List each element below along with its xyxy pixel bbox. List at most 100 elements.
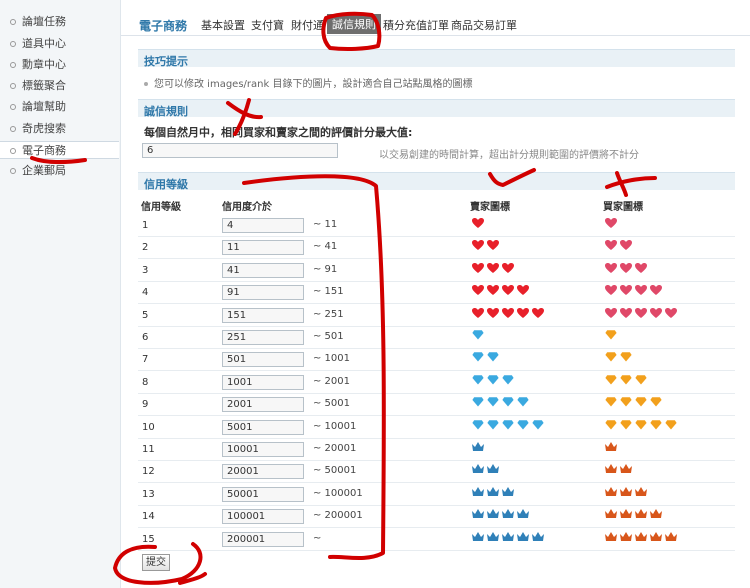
- credit-min-input[interactable]: 10001: [222, 442, 304, 457]
- credit-upper-bound: ~ 91: [313, 263, 338, 275]
- max-score-label: 每個自然月中，相同買家和賣家之間的評價計分最大值:: [144, 126, 413, 139]
- sidebar-item-tag-aggregation[interactable]: 標籤聚合: [0, 77, 119, 95]
- credit-level-number: 6: [142, 332, 149, 343]
- credit-min-input[interactable]: 91: [222, 285, 304, 301]
- buyer-crown-icon: [605, 531, 617, 541]
- seller-diamond-icon: [501, 374, 515, 386]
- bullet-icon: [10, 148, 16, 154]
- credit-min-input[interactable]: 4: [222, 218, 304, 233]
- credit-min-input[interactable]: 2001: [222, 397, 304, 413]
- credit-min-input[interactable]: 251: [222, 330, 304, 345]
- credit-min-input[interactable]: 1001: [222, 374, 304, 390]
- buyer-diamond-icon: [619, 396, 633, 408]
- credit-min-input[interactable]: 50001: [222, 486, 304, 502]
- credit-min-input[interactable]: 41: [222, 262, 304, 278]
- buyer-crown-icon: [620, 486, 632, 496]
- col-header-seller-icon: 賣家圖標: [470, 202, 510, 213]
- seller-heart-icon: [472, 240, 484, 251]
- col-header-buyer-icon: 買家圖標: [603, 202, 643, 213]
- buyer-heart-icon: [620, 285, 632, 296]
- buyer-diamond-icon: [604, 374, 618, 386]
- credit-min-input[interactable]: 11: [222, 240, 304, 256]
- seller-heart-icon: [487, 285, 499, 296]
- buyer-icon-group: [604, 329, 619, 345]
- sidebar-item-label: 奇虎搜索: [22, 122, 66, 135]
- credit-level-number: 12: [142, 466, 155, 478]
- sidebar-item-medal-center[interactable]: 勳章中心: [0, 56, 119, 74]
- buyer-heart-icon: [620, 307, 632, 318]
- buyer-heart-icon: [650, 307, 662, 318]
- sidebar-item-forum-tasks[interactable]: 論壇任務: [0, 13, 119, 31]
- sidebar-item-qihoo-search[interactable]: 奇虎搜索: [0, 120, 119, 138]
- buyer-icon-group: [604, 351, 634, 367]
- tab-credit-recharge-orders[interactable]: 積分充值訂單: [383, 17, 449, 33]
- seller-crown-icon: [472, 486, 484, 496]
- seller-icon-group: [471, 463, 501, 479]
- buyer-crown-icon: [620, 464, 632, 474]
- buyer-diamond-icon: [619, 419, 633, 431]
- seller-heart-icon: [472, 262, 484, 273]
- seller-icon-group: [471, 441, 486, 457]
- section-title: 誠信規則: [144, 105, 188, 118]
- max-score-input[interactable]: 6: [142, 143, 338, 158]
- credit-min-input[interactable]: 5001: [222, 419, 304, 435]
- tab-tenpay[interactable]: 財付通: [291, 17, 324, 33]
- buyer-diamond-icon: [604, 329, 618, 341]
- sidebar-item-label: 論壇幫助: [22, 100, 66, 113]
- buyer-crown-icon: [605, 509, 617, 519]
- buyer-icon-group: [604, 396, 664, 412]
- seller-icon-group: [471, 486, 516, 502]
- submit-button[interactable]: 提交: [142, 554, 170, 571]
- seller-crown-icon: [502, 486, 514, 496]
- buyer-icon-group: [604, 284, 664, 300]
- credit-upper-bound: ~ 151: [313, 286, 344, 298]
- sidebar-item-forum-help[interactable]: 論壇幫助: [0, 98, 119, 116]
- credit-min-input[interactable]: 151: [222, 307, 304, 323]
- buyer-crown-icon: [635, 531, 647, 541]
- sidebar-item-ecommerce[interactable]: 電子商務: [0, 141, 119, 159]
- seller-icon-group: [471, 508, 531, 524]
- credit-min-input[interactable]: 501: [222, 352, 304, 368]
- sidebar-item-enterprise-mail[interactable]: 企業郵局: [0, 162, 119, 180]
- credit-min-input[interactable]: 20001: [222, 464, 304, 480]
- sidebar: 論壇任務 道具中心 勳章中心 標籤聚合 論壇幫助 奇虎搜索 電子商務 企業郵局: [0, 0, 121, 588]
- bullet-icon: [10, 104, 16, 110]
- seller-heart-icon: [517, 285, 529, 296]
- sidebar-item-label: 論壇任務: [22, 15, 66, 28]
- buyer-crown-icon: [635, 509, 647, 519]
- credit-upper-bound: ~ 251: [313, 308, 344, 320]
- credit-min-input[interactable]: 200001: [222, 531, 304, 547]
- seller-diamond-icon: [471, 419, 485, 431]
- buyer-crown-icon: [605, 486, 617, 496]
- seller-icon-group: [471, 217, 486, 233]
- credit-upper-bound: ~ 11: [313, 219, 338, 230]
- sidebar-item-label: 企業郵局: [22, 164, 66, 177]
- buyer-icon-group: [604, 531, 679, 547]
- tab-credit-rules[interactable]: 誠信規則: [327, 14, 381, 34]
- buyer-icon-group: [604, 486, 649, 502]
- buyer-heart-icon: [635, 285, 647, 296]
- seller-crown-icon: [487, 486, 499, 496]
- credit-min-input[interactable]: 100001: [222, 509, 304, 525]
- credit-upper-bound: ~ 2001: [313, 375, 351, 387]
- tab-alipay[interactable]: 支付寶: [251, 17, 284, 33]
- sidebar-item-label: 勳章中心: [22, 58, 66, 71]
- credit-upper-bound: ~ 1001: [313, 353, 351, 365]
- credit-level-number: 9: [142, 399, 149, 411]
- seller-crown-icon: [472, 531, 484, 541]
- seller-icon-group: [471, 239, 501, 255]
- sidebar-item-props-center[interactable]: 道具中心: [0, 35, 119, 53]
- buyer-icon-group: [604, 508, 664, 524]
- top-nav: 電子商務 基本設置 支付寶 財付通 誠信規則 積分充值訂單 商品交易訂單: [121, 8, 750, 36]
- tab-basic-settings[interactable]: 基本設置: [201, 17, 245, 33]
- seller-heart-icon: [517, 307, 529, 318]
- col-header-level: 信用等級: [141, 202, 181, 213]
- buyer-icon-group: [604, 239, 634, 255]
- sidebar-item-label: 道具中心: [22, 37, 66, 50]
- section-title: 技巧提示: [144, 55, 188, 68]
- tab-product-trade-orders[interactable]: 商品交易訂單: [451, 17, 517, 33]
- credit-upper-bound: ~ 41: [313, 241, 338, 253]
- buyer-diamond-icon: [619, 352, 633, 363]
- table-row: 13 50001 ~ 100001: [138, 484, 735, 506]
- buyer-icon-group: [604, 419, 679, 435]
